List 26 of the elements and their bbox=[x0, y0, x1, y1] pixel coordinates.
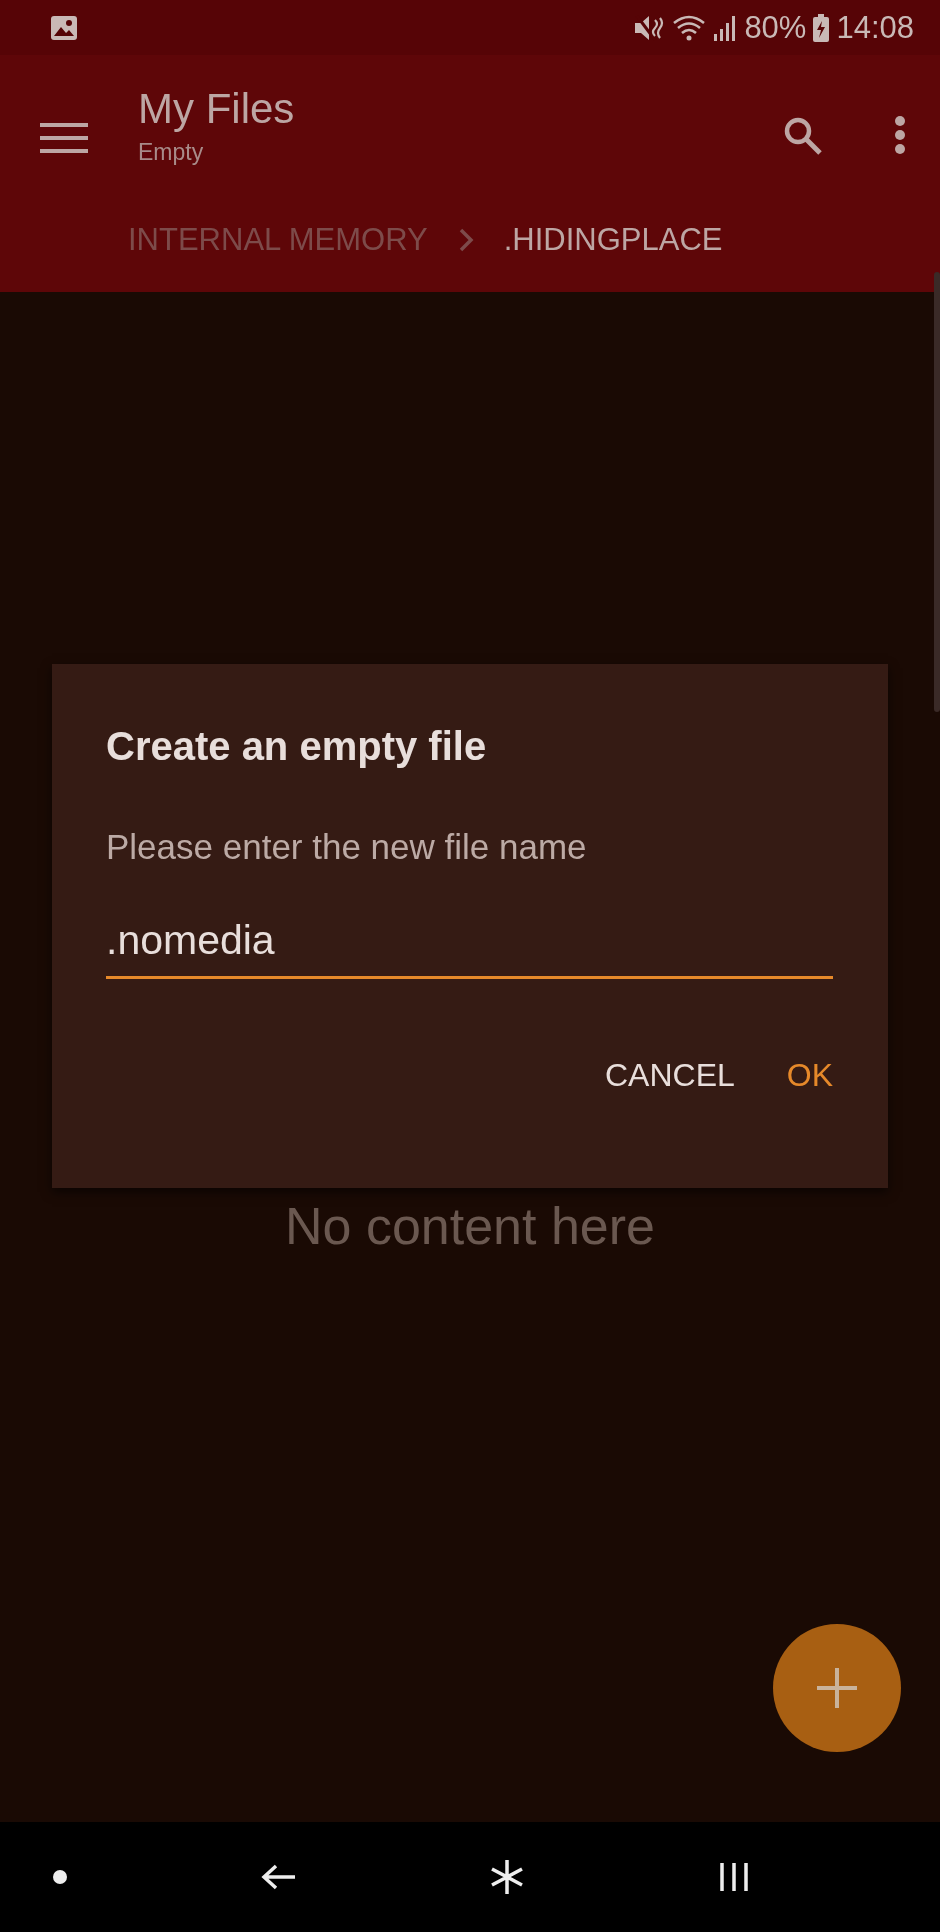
asterisk-icon[interactable] bbox=[490, 1859, 525, 1895]
image-icon bbox=[50, 14, 78, 41]
clock: 14:08 bbox=[836, 9, 914, 46]
folder-status: Empty bbox=[138, 139, 205, 166]
file-name-field[interactable]: .nomedia bbox=[106, 917, 833, 979]
search-icon[interactable] bbox=[782, 115, 824, 157]
dot-icon[interactable] bbox=[53, 1870, 67, 1884]
battery-charging-icon bbox=[813, 13, 830, 42]
mute-icon bbox=[633, 13, 666, 42]
chevron-icon bbox=[457, 227, 474, 253]
back-icon[interactable] bbox=[260, 1863, 297, 1891]
app-title: My Files bbox=[138, 85, 296, 133]
scrollbar[interactable] bbox=[934, 272, 940, 712]
recent-apps-icon[interactable] bbox=[717, 1861, 750, 1893]
wifi-icon bbox=[672, 13, 707, 42]
ok-button[interactable]: OK bbox=[772, 1049, 847, 1102]
empty-message: No content here bbox=[284, 1196, 656, 1256]
cancel-button[interactable]: CANCEL bbox=[590, 1049, 749, 1102]
battery-percent: 80% bbox=[744, 9, 807, 46]
dialog-message: Please enter the new file name bbox=[106, 827, 588, 867]
breadcrumb[interactable]: .HIDINGPLACE bbox=[503, 222, 723, 258]
signal-icon bbox=[713, 13, 738, 42]
plus-icon bbox=[817, 1668, 857, 1708]
menu-icon[interactable] bbox=[40, 121, 88, 155]
dialog-title: Create an empty file bbox=[106, 724, 488, 769]
more-icon[interactable] bbox=[894, 115, 906, 155]
